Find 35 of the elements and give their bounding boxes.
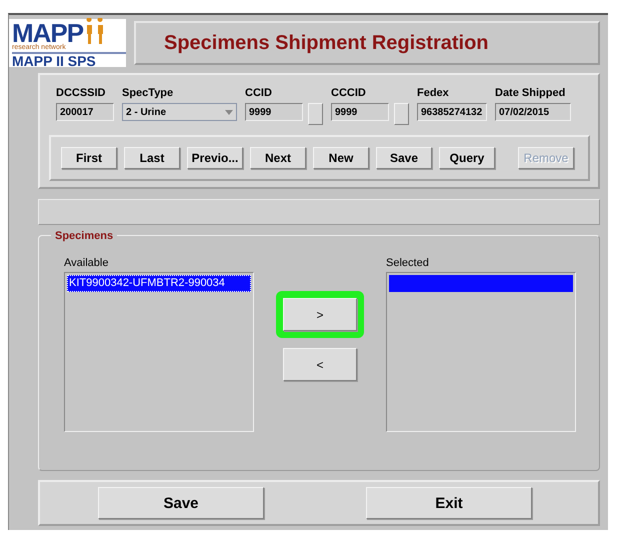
spec-type-dropdown[interactable]: 2 - Urine [122,103,237,121]
list-item[interactable]: KIT9900342-UFMBTR2-990034 [67,275,251,292]
field-label: CCCID [331,87,367,99]
input-field[interactable]: 9999 [331,103,389,121]
caret-icon [225,110,233,114]
list-label: Selected [386,257,430,269]
group-title: Specimens [51,230,118,242]
footer-button[interactable]: Save [98,487,264,519]
nav-button[interactable]: Last [124,147,180,169]
input-field[interactable]: 9999 [245,103,303,121]
nav-button[interactable]: Query [439,147,495,169]
field-label: DCCSSID [56,87,107,99]
move-button[interactable]: > [283,298,357,331]
selected-list[interactable] [386,272,576,432]
input-field[interactable]: 07/02/2015 [495,103,571,121]
input-field[interactable]: 200017 [56,103,114,121]
available-list[interactable]: KIT9900342-UFMBTR2-990034 [64,272,254,432]
field-label: SpecType [122,87,174,99]
nav-button[interactable]: First [61,147,117,169]
product-name: MAPP II SPS [12,52,126,68]
nav-button[interactable]: New [313,147,369,169]
move-button[interactable]: < [283,348,357,381]
window-title: Specimens Shipment Registration [164,32,489,54]
list-label: Available [64,257,110,269]
field-label: CCID [245,87,273,99]
footer-button[interactable]: Exit [366,487,532,519]
nav-button[interactable]: Next [250,147,306,169]
input-field[interactable]: 96385274132 [417,103,487,121]
nav-button[interactable]: Save [376,147,432,169]
lookup-button[interactable] [394,103,409,125]
logo-text: MAPP [12,22,84,44]
field-label: Fedex [417,87,450,99]
field-label: Date Shipped [495,87,566,99]
nav-button[interactable]: Previo... [187,147,243,169]
lookup-button[interactable] [308,103,323,125]
